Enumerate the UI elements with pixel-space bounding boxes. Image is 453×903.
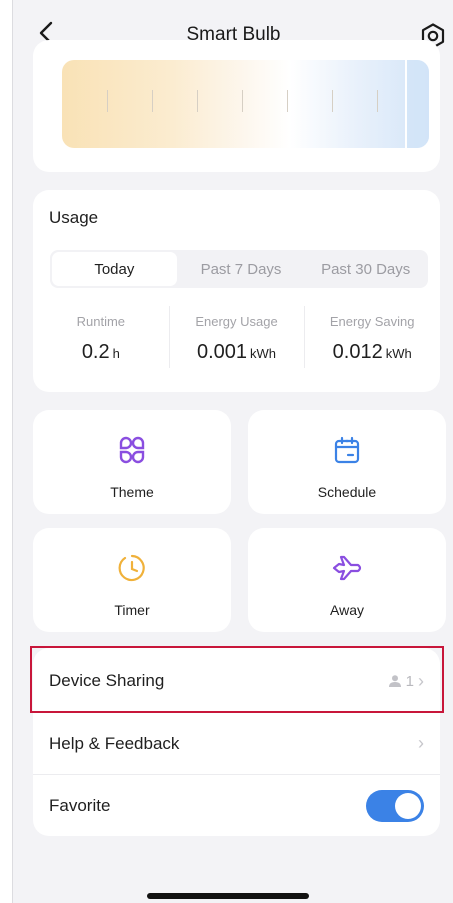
row-label: Device Sharing [49, 671, 165, 690]
slider-tick [287, 90, 288, 112]
tab-past-30-days[interactable]: Past 30 Days [303, 250, 428, 288]
tile-label: Theme [110, 484, 154, 500]
stat-unit: h [112, 346, 120, 361]
app-screen: Smart Bulb Usage Today Past 7 Days Past … [12, 0, 453, 903]
favorite-row: Favorite [33, 774, 440, 836]
calendar-icon [334, 436, 360, 464]
stat-value: 0.2 h [33, 341, 169, 364]
device-sharing-row[interactable]: Device Sharing 1 › [33, 650, 440, 712]
toggle-knob [395, 792, 421, 819]
slider-tick [197, 90, 198, 112]
slider-handle[interactable] [405, 60, 429, 148]
chevron-right-icon: › [418, 733, 424, 753]
stat-unit: kWh [250, 346, 277, 361]
away-tile[interactable]: Away [248, 528, 446, 632]
tile-label: Away [330, 602, 364, 618]
slider-tick [332, 90, 333, 112]
stat-value: 0.001 kWh [169, 341, 305, 364]
stat-energy-usage: Energy Usage 0.001 kWh [168, 306, 305, 376]
tab-today[interactable]: Today [52, 252, 177, 286]
airplane-icon [332, 555, 362, 581]
stat-label: Energy Usage [195, 314, 278, 329]
stat-energy-saving: Energy Saving 0.012 kWh [304, 306, 440, 376]
timer-tile[interactable]: Timer [33, 528, 231, 632]
help-feedback-row[interactable]: Help & Feedback › [33, 712, 440, 774]
brightness-card [33, 40, 440, 172]
slider-tick [377, 90, 378, 112]
stat-label: Energy Saving [329, 314, 415, 329]
stat-unit: kWh [385, 346, 412, 361]
schedule-tile[interactable]: Schedule [248, 410, 446, 514]
slider-tick [152, 90, 153, 112]
usage-stats: Runtime 0.2 h Energy Usage 0.001 kWh Energ… [33, 306, 440, 376]
person-icon [388, 675, 401, 687]
theme-tile[interactable]: Theme [33, 410, 231, 514]
usage-card: Usage Today Past 7 Days Past 30 Days Run… [33, 190, 440, 392]
stat-runtime: Runtime 0.2 h [33, 306, 169, 376]
favorite-toggle[interactable] [366, 789, 424, 822]
theme-icon [119, 436, 145, 464]
chevron-right-icon: › [418, 670, 424, 691]
stat-number: 0.012 [332, 341, 383, 363]
share-count-value: 1 [405, 672, 414, 690]
usage-title: Usage [49, 208, 99, 227]
tile-label: Timer [114, 602, 150, 618]
color-temperature-slider[interactable] [62, 60, 429, 148]
stat-number: 0.2 [81, 341, 110, 363]
settings-list: Device Sharing 1 › Help & Feedback › Fav… [33, 648, 440, 836]
stat-label: Runtime [76, 314, 126, 329]
usage-period-tabs: Today Past 7 Days Past 30 Days [50, 250, 428, 288]
stat-number: 0.001 [196, 341, 248, 363]
slider-tick [242, 90, 243, 112]
slider-tick [107, 90, 108, 112]
share-count: 1 › [388, 671, 424, 692]
clock-icon [118, 554, 145, 582]
row-label: Favorite [49, 795, 111, 815]
tile-label: Schedule [317, 484, 377, 500]
stat-value: 0.012 kWh [304, 341, 440, 364]
home-indicator [147, 893, 309, 899]
row-label: Help & Feedback [49, 733, 180, 753]
tab-past-7-days[interactable]: Past 7 Days [179, 250, 304, 288]
